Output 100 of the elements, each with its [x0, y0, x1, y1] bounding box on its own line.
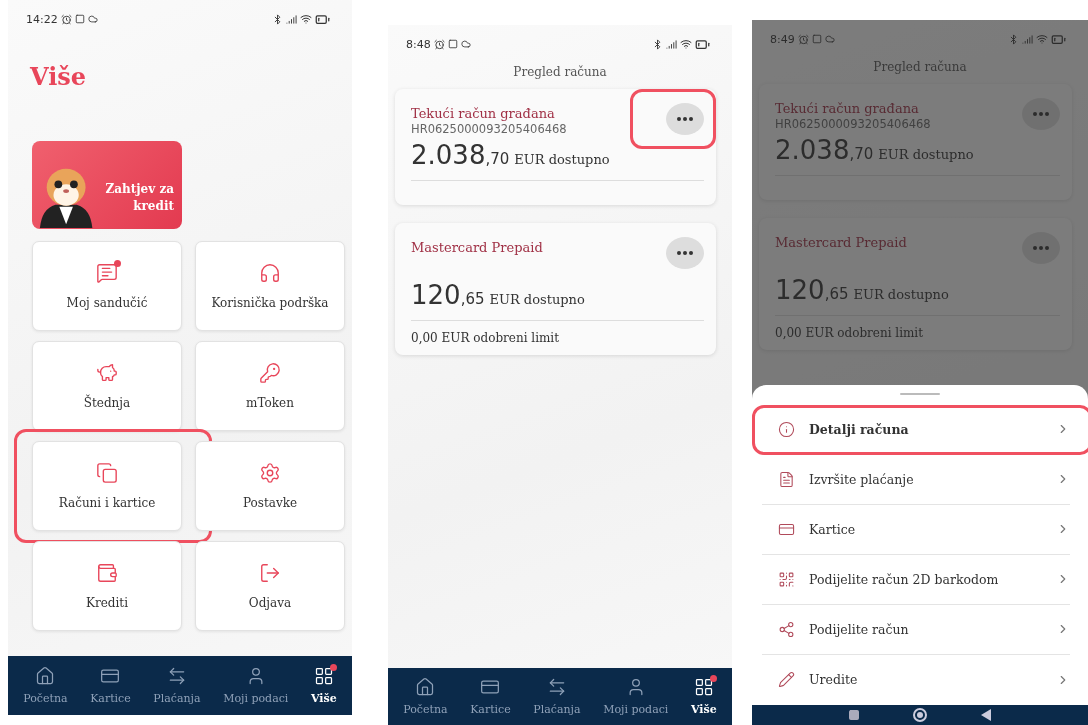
more-icon	[1033, 246, 1049, 250]
cloud-icon	[87, 14, 98, 24]
menu-tile[interactable]: Korisnička podrška	[195, 241, 345, 331]
menu-tile[interactable]: Krediti	[32, 541, 182, 631]
item-label: Kartice	[809, 521, 857, 537]
back-icon[interactable]	[980, 707, 992, 722]
tile-label: Moj sandučić	[66, 296, 148, 310]
qr-code-icon	[778, 570, 795, 588]
sheet-item[interactable]: Podijelite račun 2D barkodom	[762, 554, 1070, 605]
sheet-item[interactable]: Kartice	[762, 504, 1070, 555]
cloud-icon	[824, 34, 835, 44]
nav-tab[interactable]: Početna	[23, 666, 68, 705]
wifi-icon	[680, 38, 692, 50]
tile-label: Krediti	[86, 596, 128, 610]
nav-tab[interactable]: Plaćanja	[533, 677, 581, 716]
alarm-clock-icon	[433, 38, 445, 50]
menu-tile[interactable]: Štednja	[32, 341, 182, 431]
nav-tab[interactable]: Više	[310, 666, 337, 705]
sheet-handle[interactable]	[900, 393, 940, 395]
document-icon	[778, 470, 795, 488]
more-icon	[677, 251, 693, 255]
screen-header: Pregled računa	[512, 65, 608, 79]
status-time: 8:49	[770, 32, 795, 46]
home-icon	[35, 666, 56, 686]
signal-icon	[666, 38, 677, 50]
wifi-icon	[300, 13, 312, 25]
credit-limit: 0,00 EUR odobreni limit	[411, 331, 560, 345]
balance-amount: 2.038,70 EUR dostupno	[411, 140, 704, 181]
more-icon	[677, 117, 693, 121]
recents-icon[interactable]	[848, 708, 860, 721]
settings-icon	[259, 462, 281, 484]
home-circle-icon[interactable]	[912, 706, 928, 723]
item-label: Podijelite račun	[809, 621, 910, 637]
nav-tab[interactable]: Moji podaci	[223, 666, 289, 705]
nav-tab[interactable]: Moji podaci	[603, 677, 669, 716]
sheet-item[interactable]: Detalji računa	[762, 404, 1070, 455]
account-card[interactable]: Mastercard Prepaid 120,65 EUR dostupno 0,00 EUR odobreni limit	[395, 223, 716, 355]
nav-tab[interactable]: Kartice	[90, 666, 131, 705]
item-label: Izvršite plaćanje	[809, 471, 915, 487]
grid-icon	[693, 677, 714, 697]
info-icon	[778, 420, 795, 438]
tile-label: mToken	[246, 396, 294, 410]
menu-tile[interactable]: mToken	[195, 341, 345, 431]
balance-amount: 120,65 EUR dostupno	[775, 275, 1060, 316]
item-label: Uredite	[809, 672, 859, 687]
status-time: 8:48	[406, 37, 431, 51]
wifi-icon	[1036, 33, 1048, 45]
account-name: Tekući račun građana	[775, 101, 919, 116]
alarm-clock-icon	[60, 13, 72, 25]
logout-icon	[259, 562, 281, 584]
menu-tile[interactable]: Računi i kartice	[32, 441, 182, 531]
bluetooth-icon	[272, 13, 283, 25]
tile-label: Štednja	[83, 396, 131, 410]
menu-tile[interactable]: Odjava	[195, 541, 345, 631]
balance-amount: 120,65 EUR dostupno	[411, 280, 704, 321]
signal-icon	[286, 13, 297, 25]
account-name: Tekući račun građana	[411, 106, 555, 121]
sheet-item[interactable]: Uredite	[762, 654, 1070, 705]
more-button[interactable]	[666, 237, 704, 269]
nav-tab[interactable]: Početna	[403, 677, 448, 716]
bluetooth-icon	[652, 38, 663, 50]
cards-icon	[96, 462, 118, 484]
account-iban: HR0625000093205406468	[411, 122, 567, 136]
piggy-bank-icon	[96, 362, 118, 384]
more-icon	[1033, 112, 1049, 116]
account-iban: HR0625000093205406468	[775, 117, 931, 131]
pencil-icon	[778, 671, 795, 688]
menu-tile[interactable]: Postavke	[195, 441, 345, 531]
screen-header: Pregled računa	[872, 60, 968, 74]
item-label: Detalji računa	[809, 421, 910, 437]
alarm-clock-icon	[797, 33, 809, 45]
account-name: Mastercard Prepaid	[411, 240, 543, 255]
nav-tab[interactable]: Kartice	[470, 677, 511, 716]
promo-label: Zahtjev za kredit	[104, 181, 174, 216]
cloud-icon	[460, 39, 471, 49]
sheet-item[interactable]: Izvršite plaćanje	[762, 454, 1070, 505]
share-icon	[778, 620, 795, 638]
page-title: Više	[30, 62, 88, 91]
headset-icon	[259, 262, 281, 284]
grid-icon	[313, 666, 334, 686]
more-button[interactable]	[666, 103, 704, 135]
menu-tile[interactable]: Moj sandučić	[32, 241, 182, 331]
credit-limit: 0,00 EUR odobreni limit	[775, 326, 924, 340]
account-card[interactable]: Tekući račun građana HR0625000093205406468 2.038,70 EUR dostupno	[395, 89, 716, 205]
bluetooth-icon	[1008, 33, 1019, 45]
sheet-item[interactable]: Podijelite račun	[762, 604, 1070, 655]
home-icon	[415, 677, 436, 697]
tile-label: Korisnička podrška	[211, 296, 329, 310]
promo-banner[interactable]: Zahtjev za kredit	[32, 141, 182, 229]
nav-tab[interactable]: Plaćanja	[153, 666, 201, 705]
item-label: Podijelite račun 2D barkodom	[809, 571, 1000, 587]
nav-tab[interactable]: Više	[690, 677, 717, 716]
status-time: 14:22	[26, 12, 58, 26]
account-name: Mastercard Prepaid	[775, 235, 907, 250]
balance-amount: 2.038,70 EUR dostupno	[775, 135, 1060, 176]
key-icon	[259, 362, 281, 384]
tile-label: Odjava	[248, 596, 292, 610]
signal-icon	[1022, 33, 1033, 45]
message-icon	[96, 262, 118, 284]
tile-label: Računi i kartice	[58, 496, 156, 510]
